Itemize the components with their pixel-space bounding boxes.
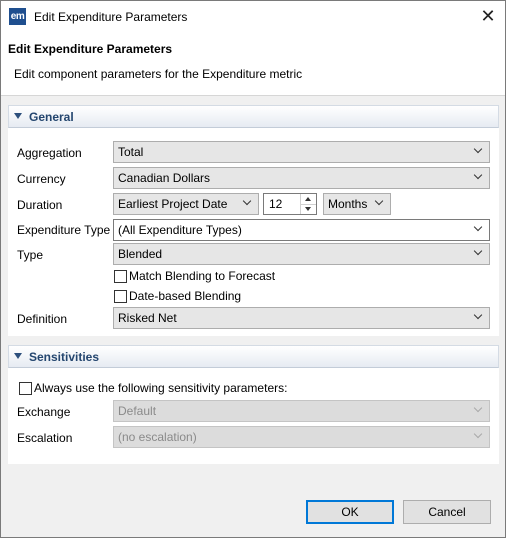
aggregation-label: Aggregation	[17, 146, 82, 160]
duration-unit-select[interactable]: Months	[323, 193, 391, 215]
collapse-triangle-icon	[14, 113, 22, 119]
exchange-value: Default	[118, 404, 157, 418]
currency-value: Canadian Dollars	[118, 171, 211, 185]
cancel-button[interactable]: Cancel	[403, 500, 491, 524]
exchange-select[interactable]: Default	[113, 400, 490, 422]
escalation-select[interactable]: (no escalation)	[113, 426, 490, 448]
page-description: Edit component parameters for the Expend…	[14, 67, 303, 81]
ok-button[interactable]: OK	[306, 500, 394, 524]
definition-label: Definition	[17, 312, 68, 326]
expenditure-type-value: (All Expenditure Types)	[118, 223, 242, 237]
type-select[interactable]: Blended	[113, 243, 490, 265]
date-based-blending-checkbox[interactable]	[114, 290, 127, 303]
match-blending-label: Match Blending to Forecast	[129, 269, 276, 283]
type-value: Blended	[118, 247, 163, 261]
duration-unit-value: Months	[328, 197, 368, 211]
window-title: Edit Expenditure Parameters	[34, 10, 188, 24]
dialog-window: em Edit Expenditure Parameters ✕ Edit Ex…	[0, 0, 506, 538]
definition-select[interactable]: Risked Net	[113, 307, 490, 329]
chevron-down-icon	[473, 246, 483, 256]
spin-down-icon[interactable]	[301, 204, 316, 214]
type-label: Type	[17, 248, 44, 262]
chevron-down-icon	[242, 196, 252, 206]
app-icon: em	[9, 8, 26, 25]
chevron-down-icon	[374, 196, 384, 206]
duration-start-value: Earliest Project Date	[118, 197, 228, 211]
duration-count-value: 12	[269, 197, 283, 211]
escalation-label: Escalation	[17, 431, 73, 445]
chevron-down-icon	[473, 222, 483, 232]
duration-count-spinner[interactable]: 12	[263, 193, 317, 215]
chevron-down-icon	[473, 429, 483, 439]
always-use-checkbox[interactable]	[19, 382, 32, 395]
sensitivities-section-header[interactable]: Sensitivities	[8, 345, 499, 368]
escalation-value: (no escalation)	[118, 430, 197, 444]
general-section-header[interactable]: General	[8, 105, 499, 128]
expenditure-type-select[interactable]: (All Expenditure Types)	[113, 219, 490, 241]
spinner-buttons	[300, 194, 316, 214]
chevron-down-icon	[473, 310, 483, 320]
chevron-down-icon	[473, 170, 483, 180]
aggregation-select[interactable]: Total	[113, 141, 490, 163]
title-bar: em Edit Expenditure Parameters ✕	[1, 1, 505, 32]
dialog-header: Edit Expenditure Parameters Edit compone…	[1, 32, 505, 96]
sensitivities-section-label: Sensitivities	[29, 350, 100, 364]
match-blending-checkbox[interactable]	[114, 270, 127, 283]
duration-start-select[interactable]: Earliest Project Date	[113, 193, 259, 215]
chevron-down-icon	[473, 403, 483, 413]
always-use-label: Always use the following sensitivity par…	[34, 381, 288, 395]
currency-select[interactable]: Canadian Dollars	[113, 167, 490, 189]
general-section-label: General	[29, 110, 74, 124]
chevron-down-icon	[473, 144, 483, 154]
currency-label: Currency	[17, 172, 66, 186]
date-based-blending-label: Date-based Blending	[129, 289, 242, 303]
sensitivities-section-body: Always use the following sensitivity par…	[8, 368, 499, 464]
exchange-label: Exchange	[17, 405, 71, 419]
close-icon[interactable]: ✕	[471, 1, 505, 32]
collapse-triangle-icon	[14, 353, 22, 359]
general-section-body: Aggregation Total Currency Canadian Doll…	[8, 128, 499, 336]
expenditure-type-label: Expenditure Type	[17, 223, 111, 237]
duration-label: Duration	[17, 198, 63, 212]
dialog-footer: OK Cancel	[1, 486, 505, 537]
definition-value: Risked Net	[118, 311, 177, 325]
aggregation-value: Total	[118, 145, 144, 159]
page-title: Edit Expenditure Parameters	[8, 42, 173, 56]
